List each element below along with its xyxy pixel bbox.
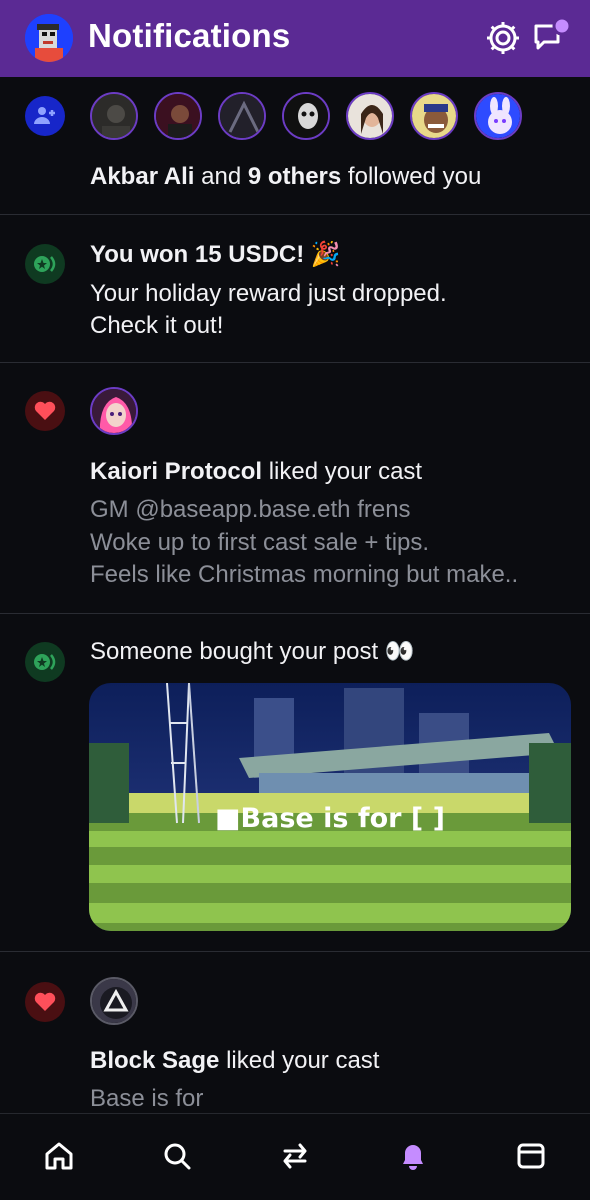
actor-name[interactable]: Block Sage (90, 1047, 219, 1074)
follower-avatar[interactable] (154, 92, 202, 140)
action-text: followed you (347, 163, 482, 190)
actor-avatar[interactable] (90, 977, 138, 1025)
follower-avatar[interactable] (90, 92, 138, 140)
reward-body: Check it out! (90, 312, 224, 339)
follow-text: Akbar Ali and 9 others followed you (90, 161, 481, 193)
wallet-icon[interactable] (509, 1134, 553, 1178)
home-icon[interactable] (37, 1134, 81, 1178)
connector-text: and (201, 163, 242, 190)
cast-preview: Base is for (90, 1085, 204, 1112)
others-count[interactable]: 9 others (248, 163, 341, 190)
reward-body: Your holiday reward just dropped. (90, 280, 447, 307)
follower-avatar[interactable] (474, 92, 522, 140)
action-text: liked your cast (268, 458, 423, 485)
search-icon[interactable] (155, 1134, 199, 1178)
actor-name[interactable]: Kaiori Protocol (90, 458, 262, 485)
notification-like[interactable]: Block Sage liked your cast Base is for (0, 952, 590, 1114)
follower-avatar[interactable] (218, 92, 266, 140)
heart-icon (25, 391, 65, 431)
heart-icon (25, 982, 65, 1022)
bell-icon[interactable] (391, 1134, 435, 1178)
notification-follow[interactable]: Akbar Ali and 9 others followed you (0, 77, 590, 215)
follower-avatar[interactable] (346, 92, 394, 140)
page-title: Notifications (88, 17, 291, 54)
profile-avatar[interactable] (25, 14, 73, 62)
actor-avatar[interactable] (90, 387, 138, 435)
image-caption: ■Base is for [ ] (215, 803, 445, 834)
actor-name[interactable]: Akbar Ali (90, 163, 194, 190)
coins-icon (25, 244, 65, 284)
coins-icon (25, 642, 65, 682)
add-user-icon (25, 96, 65, 136)
cast-preview: Woke up to first cast sale + tips. (90, 529, 430, 556)
messages-icon[interactable] (530, 16, 574, 60)
like-text: Kaiori Protocol liked your cast (90, 456, 422, 488)
reward-title: You won 15 USDC! 🎉 (90, 241, 341, 268)
purchase-title: Someone bought your post 👀 (90, 638, 415, 665)
gear-icon[interactable] (483, 18, 523, 58)
cast-preview: GM @baseapp.base.eth frens (90, 496, 411, 523)
swap-icon[interactable] (273, 1134, 317, 1178)
top-bar: Notifications (0, 0, 590, 77)
post-image[interactable]: ■Base is for [ ] (89, 683, 571, 931)
notification-reward[interactable]: You won 15 USDC! 🎉 Your holiday reward j… (0, 215, 590, 363)
bottom-nav (0, 1113, 590, 1200)
action-text: liked your cast (226, 1047, 380, 1074)
follower-avatar[interactable] (282, 92, 330, 140)
notification-like[interactable]: Kaiori Protocol liked your cast GM @base… (0, 363, 590, 614)
cast-preview: Feels like Christmas morning but make.. (90, 561, 519, 588)
like-text: Block Sage liked your cast (90, 1045, 379, 1077)
follower-avatar[interactable] (410, 92, 458, 140)
